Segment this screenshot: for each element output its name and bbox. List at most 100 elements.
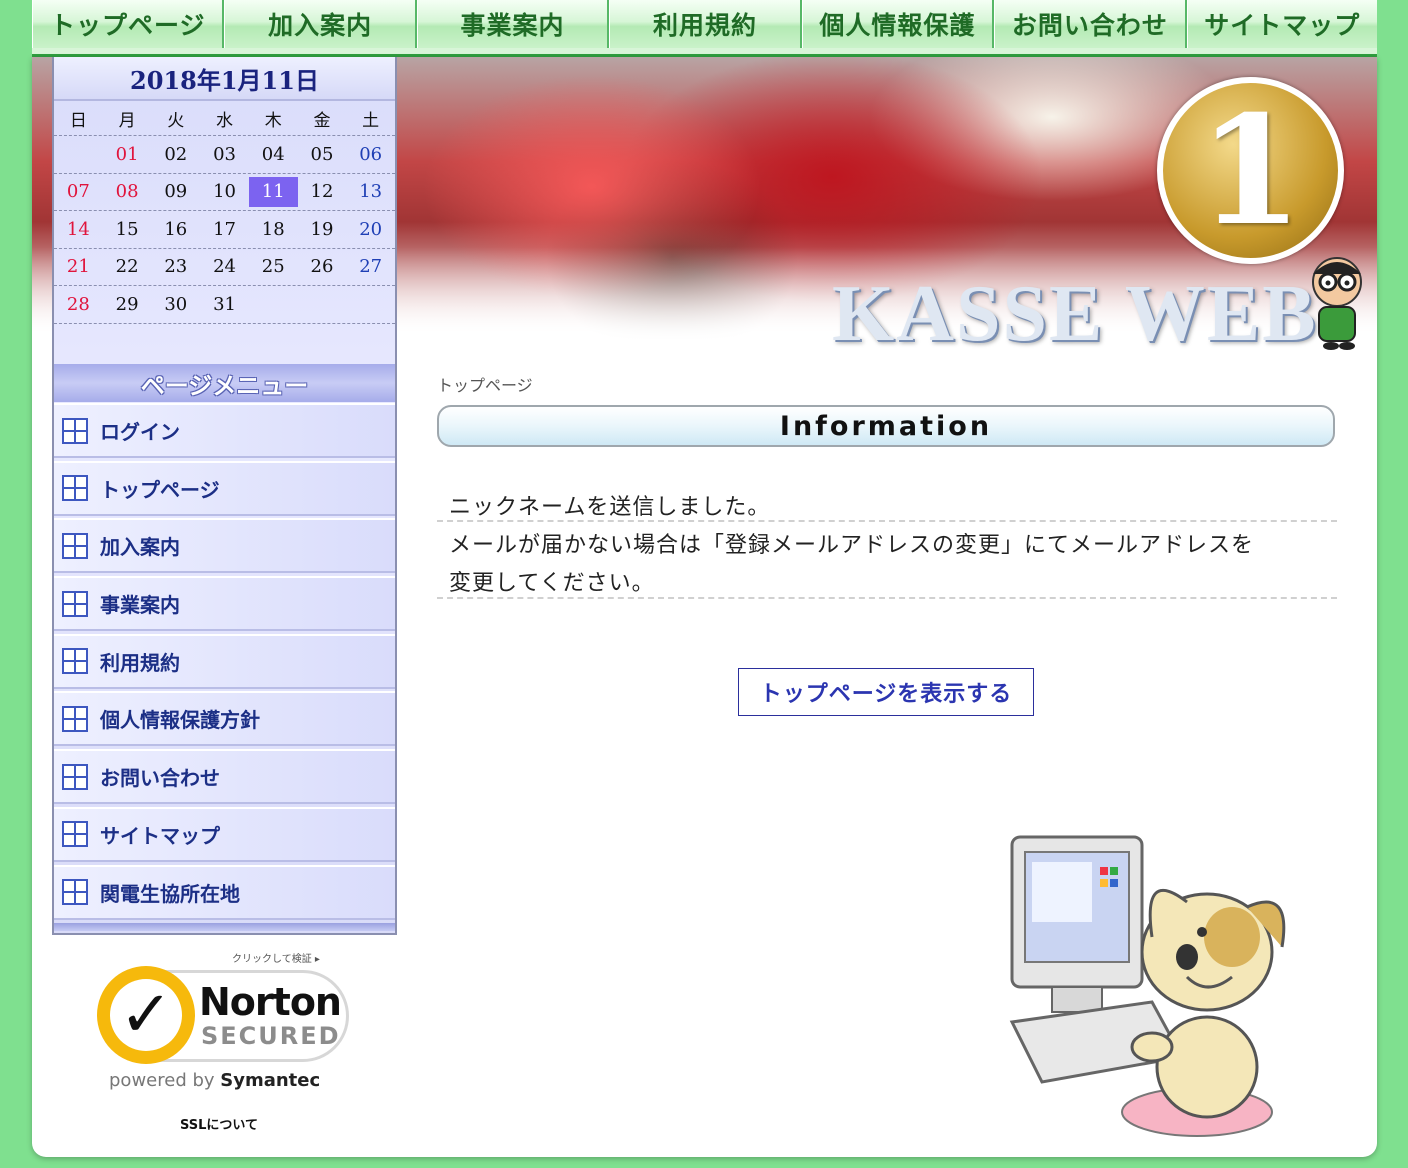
sidebar-item-terms[interactable]: 利用規約 (54, 633, 395, 689)
calendar-day[interactable]: 08 (103, 174, 152, 211)
window-icon (62, 417, 88, 444)
window-icon (62, 705, 88, 732)
page-title: Information (437, 405, 1335, 447)
sidebar-item-label: サイトマップ (100, 823, 220, 848)
calendar-day[interactable]: 28 (54, 286, 103, 323)
calendar-day[interactable]: 26 (298, 249, 347, 286)
calendar-day[interactable]: 31 (200, 286, 249, 323)
norton-powered-by: powered by Symantec (109, 1070, 321, 1091)
site-logo: KASSE WEB (832, 270, 1318, 358)
calendar-weekday: 火 (167, 110, 185, 131)
nav-top-page[interactable]: トップページ (32, 0, 225, 48)
calendar-day[interactable]: 11 (248, 176, 298, 207)
norton-secured: SECURED (201, 1022, 341, 1050)
sidebar-item-top-page[interactable]: トップページ (54, 460, 395, 516)
calendar-day (54, 136, 103, 173)
sidebar-item-label: 個人情報保護方針 (100, 708, 260, 733)
sidebar-item-label: 加入案内 (100, 535, 180, 560)
calendar-weekday: 土 (362, 110, 380, 131)
calendar-week-row: 01 02 03 04 05 06 (54, 136, 395, 174)
sidebar-item-privacy-policy[interactable]: 個人情報保護方針 (54, 691, 395, 747)
sidebar-item-label: ログイン (100, 420, 180, 444)
ssl-info-link[interactable]: SSLについて (180, 1114, 258, 1133)
sidebar-item-services[interactable]: 事業案内 (54, 576, 395, 632)
calendar-day (298, 286, 347, 323)
calendar-weekday: 日 (69, 110, 87, 131)
nav-sitemap[interactable]: サイトマップ (1186, 0, 1377, 48)
nav-contact[interactable]: お問い合わせ (994, 0, 1187, 48)
calendar-day[interactable]: 24 (200, 249, 249, 286)
calendar-weekday: 水 (216, 110, 234, 131)
calendar-day[interactable]: 19 (298, 211, 347, 248)
sidebar-item-label: お問い合わせ (100, 766, 220, 791)
nav-terms[interactable]: 利用規約 (609, 0, 802, 48)
calendar-weekday: 金 (313, 110, 331, 131)
calendar-day[interactable]: 02 (151, 136, 200, 173)
sidebar-item-sitemap[interactable]: サイトマップ (54, 806, 395, 862)
calendar-day[interactable]: 25 (249, 249, 298, 286)
calendar-day[interactable]: 27 (346, 249, 395, 286)
sidebar-item-location[interactable]: 関電生協所在地 (54, 864, 395, 920)
nav-membership[interactable]: 加入案内 (224, 0, 417, 48)
number-badge: 1 (1157, 77, 1344, 264)
calendar-day[interactable]: 04 (249, 136, 298, 173)
calendar-day[interactable]: 10 (200, 174, 249, 211)
divider (437, 520, 1337, 522)
calendar-day[interactable]: 06 (346, 136, 395, 173)
menu-footer-bar (54, 923, 395, 931)
calendar-day[interactable]: 17 (200, 211, 249, 248)
calendar-week-row: 28 29 30 31 (54, 286, 395, 324)
top-nav: トップページ 加入案内 事業案内 利用規約 個人情報保護 お問い合わせ サイトマ… (32, 0, 1377, 57)
norton-seal[interactable]: クリックして検証 ▸ ✓ Norton SECURED powered by S… (97, 950, 357, 1130)
calendar-day[interactable]: 03 (200, 136, 249, 173)
calendar-day[interactable]: 16 (151, 211, 200, 248)
calendar-week-row: 14 15 16 17 18 19 20 (54, 211, 395, 249)
calendar-day[interactable]: 01 (103, 136, 152, 173)
calendar-day[interactable]: 12 (298, 174, 347, 211)
calendar-day[interactable]: 07 (54, 174, 103, 211)
calendar-day[interactable]: 13 (346, 174, 395, 211)
sidebar-item-membership[interactable]: 加入案内 (54, 518, 395, 574)
nav-services[interactable]: 事業案内 (416, 0, 610, 48)
message-line: ニックネームを送信しました。 (449, 495, 771, 520)
calendar-weekday: 木 (264, 110, 282, 131)
menu-title: ページメニュー (54, 364, 395, 402)
sidebar-menu: ログイン トップページ 加入案内 事業案内 利用規約 個人情報保護方針 お問い合… (54, 403, 395, 922)
calendar-day[interactable]: 15 (103, 211, 152, 248)
dog-computer-illustration (1009, 835, 1286, 1137)
window-icon (62, 590, 88, 617)
calendar: 日月火水木金土 01 02 03 04 05 06 07 08 09 10 11 12 13 14 15 16 1… (54, 101, 395, 324)
window-icon (62, 648, 88, 675)
calendar-day[interactable]: 18 (249, 211, 298, 248)
calendar-day (249, 286, 298, 323)
calendar-day[interactable]: 22 (103, 249, 152, 286)
left-sidebar: 2018年1月11日 日月火水木金土 01 02 03 04 05 06 07 08 09 10 11… (52, 57, 397, 935)
message-line: 変更してください。 (449, 571, 655, 596)
checkmark-icon: ✓ (97, 966, 195, 1064)
nav-privacy[interactable]: 個人情報保護 (801, 0, 995, 48)
page-frame: 1 KASSE WEB 2018年1月11日 日 月 火 水 木 金 土 01 02 03 04 05… (32, 57, 1377, 1157)
show-top-page-button[interactable]: トップページを表示する (738, 668, 1034, 716)
window-icon (62, 532, 88, 559)
calendar-title: 2018年1月11日 (54, 57, 395, 101)
calendar-day[interactable]: 05 (298, 136, 347, 173)
window-icon (62, 763, 88, 790)
window-icon (62, 821, 88, 848)
sidebar-item-label: トップページ (100, 477, 220, 502)
calendar-day[interactable]: 30 (151, 286, 200, 323)
calendar-day[interactable]: 29 (103, 286, 152, 323)
sidebar-item-label: 事業案内 (100, 593, 180, 618)
divider (437, 597, 1337, 599)
sidebar-item-contact[interactable]: お問い合わせ (54, 749, 395, 805)
calendar-weekday-row: 日月火水木金土 (54, 101, 395, 136)
calendar-day[interactable]: 23 (151, 249, 200, 286)
calendar-week-row: 07 08 09 10 11 12 13 (54, 174, 395, 211)
calendar-day[interactable]: 20 (346, 211, 395, 248)
message-line: メールが届かない場合は「登録メールアドレスの変更」にてメールアドレスを (449, 533, 1255, 558)
calendar-day[interactable]: 21 (54, 249, 103, 286)
sidebar-item-login[interactable]: ログイン (54, 403, 395, 458)
calendar-day[interactable]: 14 (54, 211, 103, 248)
calendar-day[interactable]: 09 (151, 174, 200, 211)
calendar-week-row: 21 22 23 24 25 26 27 (54, 249, 395, 286)
norton-click-text: クリックして検証 ▸ (232, 954, 320, 965)
